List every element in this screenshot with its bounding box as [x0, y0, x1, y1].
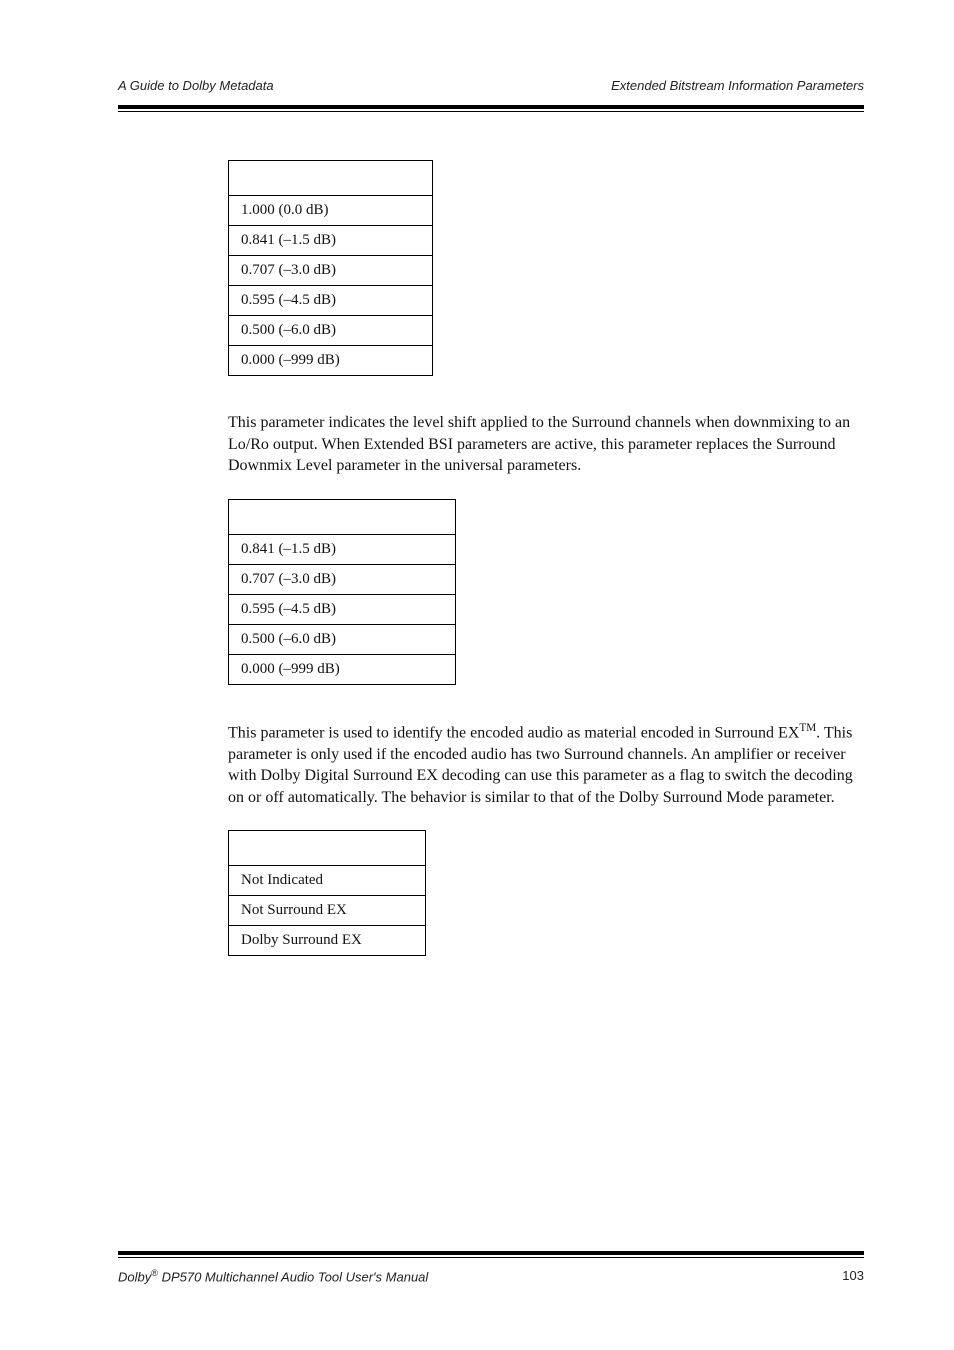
footer-rule-thick [118, 1251, 864, 1255]
table-row: 0.595 (–4.5 dB) [229, 286, 433, 316]
footer-rule-thin [118, 1257, 864, 1258]
header-rule-thin [118, 111, 864, 112]
header-rule-thick [118, 105, 864, 109]
table-row: 0.707 (–3.0 dB) [229, 256, 433, 286]
loro-center-table: 1.000 (0.0 dB) 0.841 (–1.5 dB) 0.707 (–3… [228, 160, 433, 376]
content-area: 1.000 (0.0 dB) 0.841 (–1.5 dB) 0.707 (–3… [118, 160, 864, 956]
running-header: A Guide to Dolby Metadata Extended Bitst… [118, 78, 864, 103]
table-header [229, 499, 456, 534]
header-left: A Guide to Dolby Metadata [118, 78, 274, 93]
table-row: 1.000 (0.0 dB) [229, 196, 433, 226]
table-row: 0.500 (–6.0 dB) [229, 316, 433, 346]
table-row: 0.707 (–3.0 dB) [229, 564, 456, 594]
table-row: 0.500 (–6.0 dB) [229, 624, 456, 654]
table-row: Not Indicated [229, 866, 426, 896]
paragraph-loro-surround: This parameter indicates the level shift… [228, 412, 864, 477]
trademark-tm: TM [799, 722, 816, 734]
registered-mark: ® [151, 1268, 158, 1278]
footer-product: DP570 Multichannel Audio Tool User's Man… [158, 1269, 428, 1284]
footer-area: Dolby® DP570 Multichannel Audio Tool Use… [118, 1251, 864, 1284]
table-row: Dolby Surround EX [229, 926, 426, 956]
table-row: 0.841 (–1.5 dB) [229, 534, 456, 564]
footer-brand: Dolby [118, 1269, 151, 1284]
page-number: 103 [842, 1268, 864, 1284]
paragraph-surround-ex: This parameter is used to identify the e… [228, 721, 864, 809]
table-row: Not Surround EX [229, 896, 426, 926]
table-row: 0.595 (–4.5 dB) [229, 594, 456, 624]
table-row: 0.000 (–999 dB) [229, 346, 433, 376]
p2-part-a: This parameter is used to identify the e… [228, 724, 799, 741]
header-right: Extended Bitstream Information Parameter… [611, 78, 864, 93]
surround-ex-table: Not Indicated Not Surround EX Dolby Surr… [228, 830, 426, 956]
loro-surround-table: 0.841 (–1.5 dB) 0.707 (–3.0 dB) 0.595 (–… [228, 499, 456, 685]
footer-left: Dolby® DP570 Multichannel Audio Tool Use… [118, 1268, 428, 1284]
table-header [229, 831, 426, 866]
table-header [229, 161, 433, 196]
table-row: 0.841 (–1.5 dB) [229, 226, 433, 256]
table-row: 0.000 (–999 dB) [229, 654, 456, 684]
